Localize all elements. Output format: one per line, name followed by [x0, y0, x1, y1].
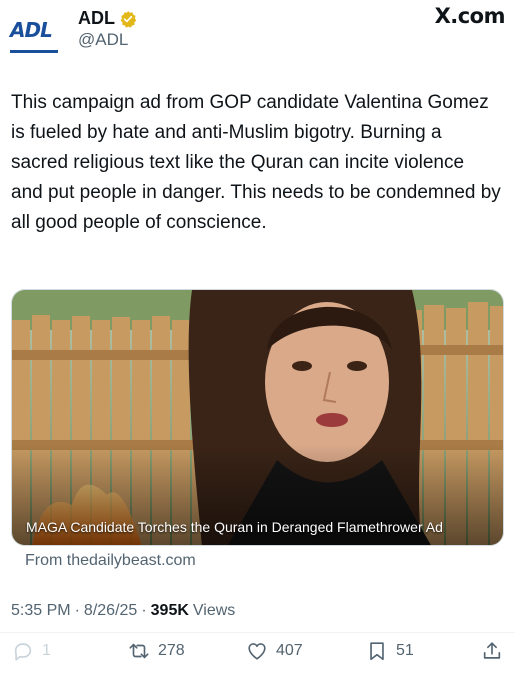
x-com-watermark: X.com — [434, 4, 506, 28]
tweet-time[interactable]: 5:35 PM — [11, 602, 71, 620]
adl-logo[interactable]: ADL — [10, 18, 66, 53]
meta-separator: · — [141, 602, 147, 619]
like-button[interactable]: 407 — [246, 640, 303, 662]
logo-underline — [10, 50, 58, 53]
share-icon — [483, 642, 501, 659]
reply-button[interactable]: 1 — [12, 640, 51, 662]
author-handle[interactable]: @ADL — [78, 30, 128, 50]
share-button[interactable] — [481, 640, 503, 662]
reply-icon — [14, 643, 32, 661]
like-count: 407 — [276, 642, 303, 659]
media-caption: MAGA Candidate Torches the Quran in Dera… — [26, 519, 443, 535]
logo-text: ADL — [10, 18, 53, 42]
link-card-media[interactable]: MAGA Candidate Torches the Quran in Dera… — [11, 289, 504, 546]
author-display-name[interactable]: ADL — [78, 8, 115, 29]
reply-count: 1 — [42, 642, 51, 659]
video-thumbnail — [12, 290, 503, 545]
bookmark-icon — [370, 642, 384, 661]
bookmark-count: 51 — [396, 642, 414, 659]
actions-divider — [0, 632, 515, 633]
views-label: Views — [192, 602, 236, 619]
views-count: 395K — [150, 602, 189, 619]
link-source[interactable]: From thedailybeast.com — [25, 552, 196, 570]
author-name-row[interactable]: ADL — [78, 8, 137, 29]
tweet-meta: 5:35 PM · 8/26/25 · 395K Views — [11, 602, 235, 620]
retweet-icon — [129, 643, 149, 659]
heart-icon — [248, 643, 266, 660]
retweet-count: 278 — [158, 642, 185, 659]
verified-badge-icon — [120, 10, 137, 28]
action-bar: 1 278 407 51 — [0, 640, 515, 672]
meta-separator: · — [74, 602, 80, 619]
retweet-button[interactable]: 278 — [128, 640, 185, 662]
tweet-text: This campaign ad from GOP candidate Vale… — [11, 92, 501, 233]
tweet-header: ADL ADL @ADL X.com — [10, 4, 506, 53]
tweet-date[interactable]: 8/26/25 — [84, 602, 137, 620]
bookmark-button[interactable]: 51 — [366, 640, 414, 662]
